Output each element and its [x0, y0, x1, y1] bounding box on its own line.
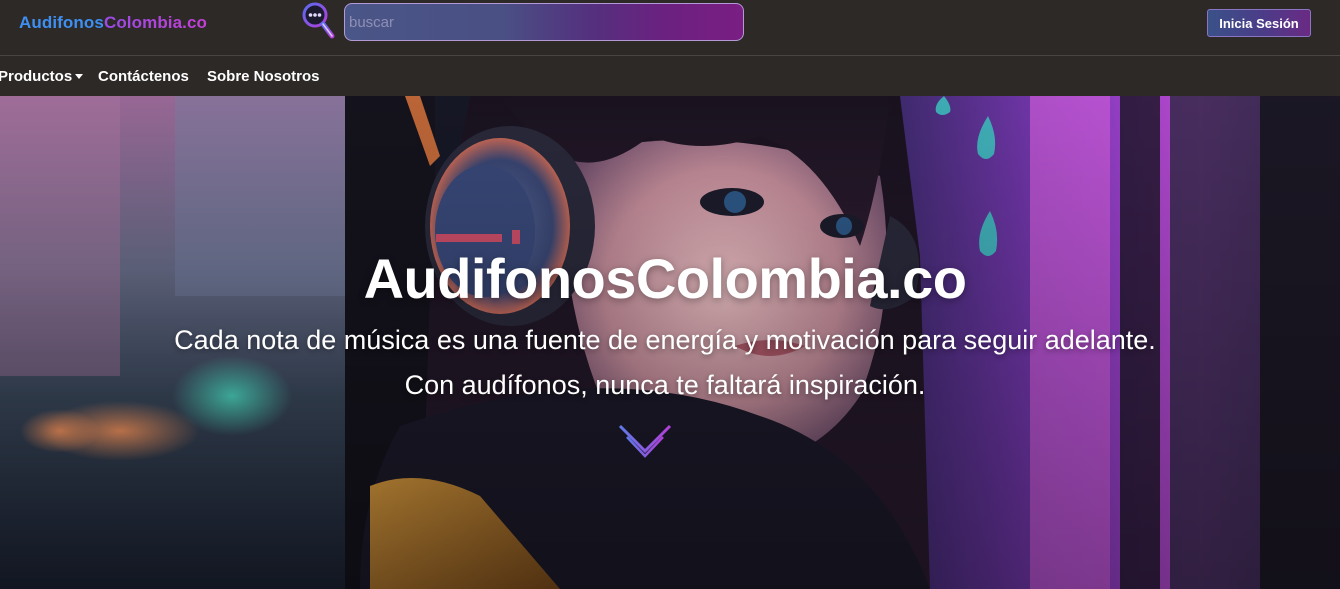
chevron-down-icon[interactable]	[617, 423, 673, 463]
login-button[interactable]: Inicia Sesión	[1207, 9, 1311, 37]
nav-item-about[interactable]: Sobre Nosotros	[207, 68, 320, 85]
nav-item-contact[interactable]: Contáctenos	[98, 68, 189, 85]
main-nav: Productos Contáctenos Sobre Nosotros	[0, 56, 1340, 96]
search-icon[interactable]	[298, 2, 340, 44]
nav-item-products-label: Productos	[0, 68, 73, 85]
brand-name-part2: Colombia.co	[103, 13, 208, 32]
hero-subtitle: Cada nota de música es una fuente de ene…	[174, 325, 1156, 400]
hero-banner: AudifonosColombia.co Cada nota de música…	[0, 96, 1340, 589]
caret-down-icon	[75, 73, 84, 79]
nav-item-products[interactable]: Productos	[0, 68, 84, 85]
search-input[interactable]	[344, 3, 744, 41]
brand-logo[interactable]: AudifonosColombia.co	[19, 13, 207, 33]
brand-name-part1: Audifonos	[19, 13, 104, 32]
hero-title: AudifonosColombia.co	[363, 247, 967, 310]
top-header: AudifonosColombia.co Inicia Sesión	[0, 0, 1340, 56]
